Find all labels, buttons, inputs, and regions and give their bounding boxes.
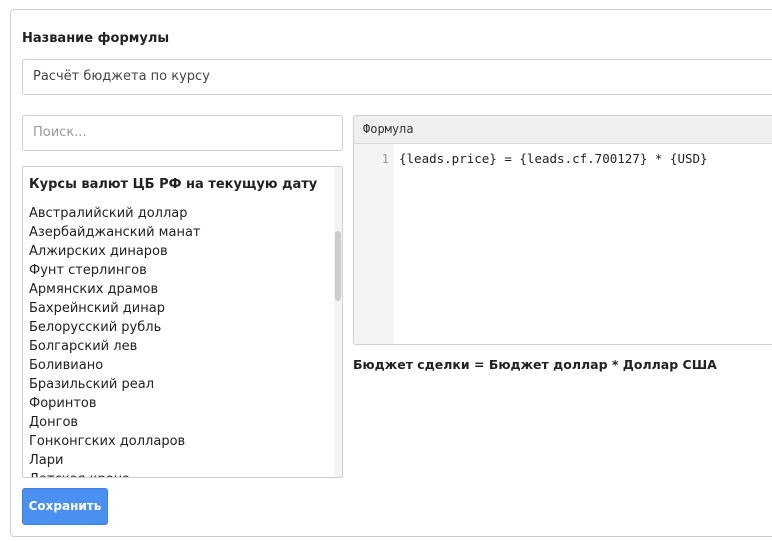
variables-group-header: Курсы валют ЦБ РФ на текущую дату (29, 177, 318, 192)
formula-editor[interactable]: Формула 1 {leads.price} = {leads.cf.7001… (353, 115, 772, 345)
list-item[interactable]: Боливиано (29, 356, 329, 375)
line-number: 1 (381, 152, 389, 166)
formula-preview: Бюджет сделки = Бюджет доллар * Доллар С… (353, 357, 717, 372)
list-item[interactable]: Донгов (29, 413, 329, 432)
list-scrollbar-thumb[interactable] (335, 231, 341, 301)
variables-items: Австралийский доллар Азербайджанский ман… (29, 204, 329, 477)
list-item[interactable]: Лари (29, 451, 329, 470)
save-button[interactable]: Сохранить (22, 488, 108, 525)
list-item[interactable]: Белорусский рубль (29, 318, 329, 337)
list-item[interactable]: Бахрейнский динар (29, 299, 329, 318)
list-item[interactable]: Бразильский реал (29, 375, 329, 394)
list-item[interactable]: Датская крона (29, 470, 329, 477)
formula-name-input[interactable]: Расчёт бюджета по курсу (22, 59, 772, 95)
list-item[interactable]: Австралийский доллар (29, 204, 329, 223)
list-item[interactable]: Болгарский лев (29, 337, 329, 356)
variables-list: Курсы валют ЦБ РФ на текущую дату Австра… (22, 166, 343, 478)
list-item[interactable]: Азербайджанский манат (29, 223, 329, 242)
search-input[interactable]: Поиск... (22, 115, 343, 151)
list-item[interactable]: Армянских драмов (29, 280, 329, 299)
list-item[interactable]: Форинтов (29, 394, 329, 413)
list-scrollbar[interactable] (334, 167, 342, 477)
list-item[interactable]: Фунт стерлингов (29, 261, 329, 280)
list-item[interactable]: Алжирских динаров (29, 242, 329, 261)
formula-name-label: Название формулы (22, 31, 170, 46)
list-item[interactable]: Гонконгских долларов (29, 432, 329, 451)
editor-header: Формула (354, 116, 772, 144)
editor-gutter: 1 (354, 144, 394, 344)
code-line[interactable]: {leads.price} = {leads.cf.700127} * {USD… (399, 151, 708, 166)
